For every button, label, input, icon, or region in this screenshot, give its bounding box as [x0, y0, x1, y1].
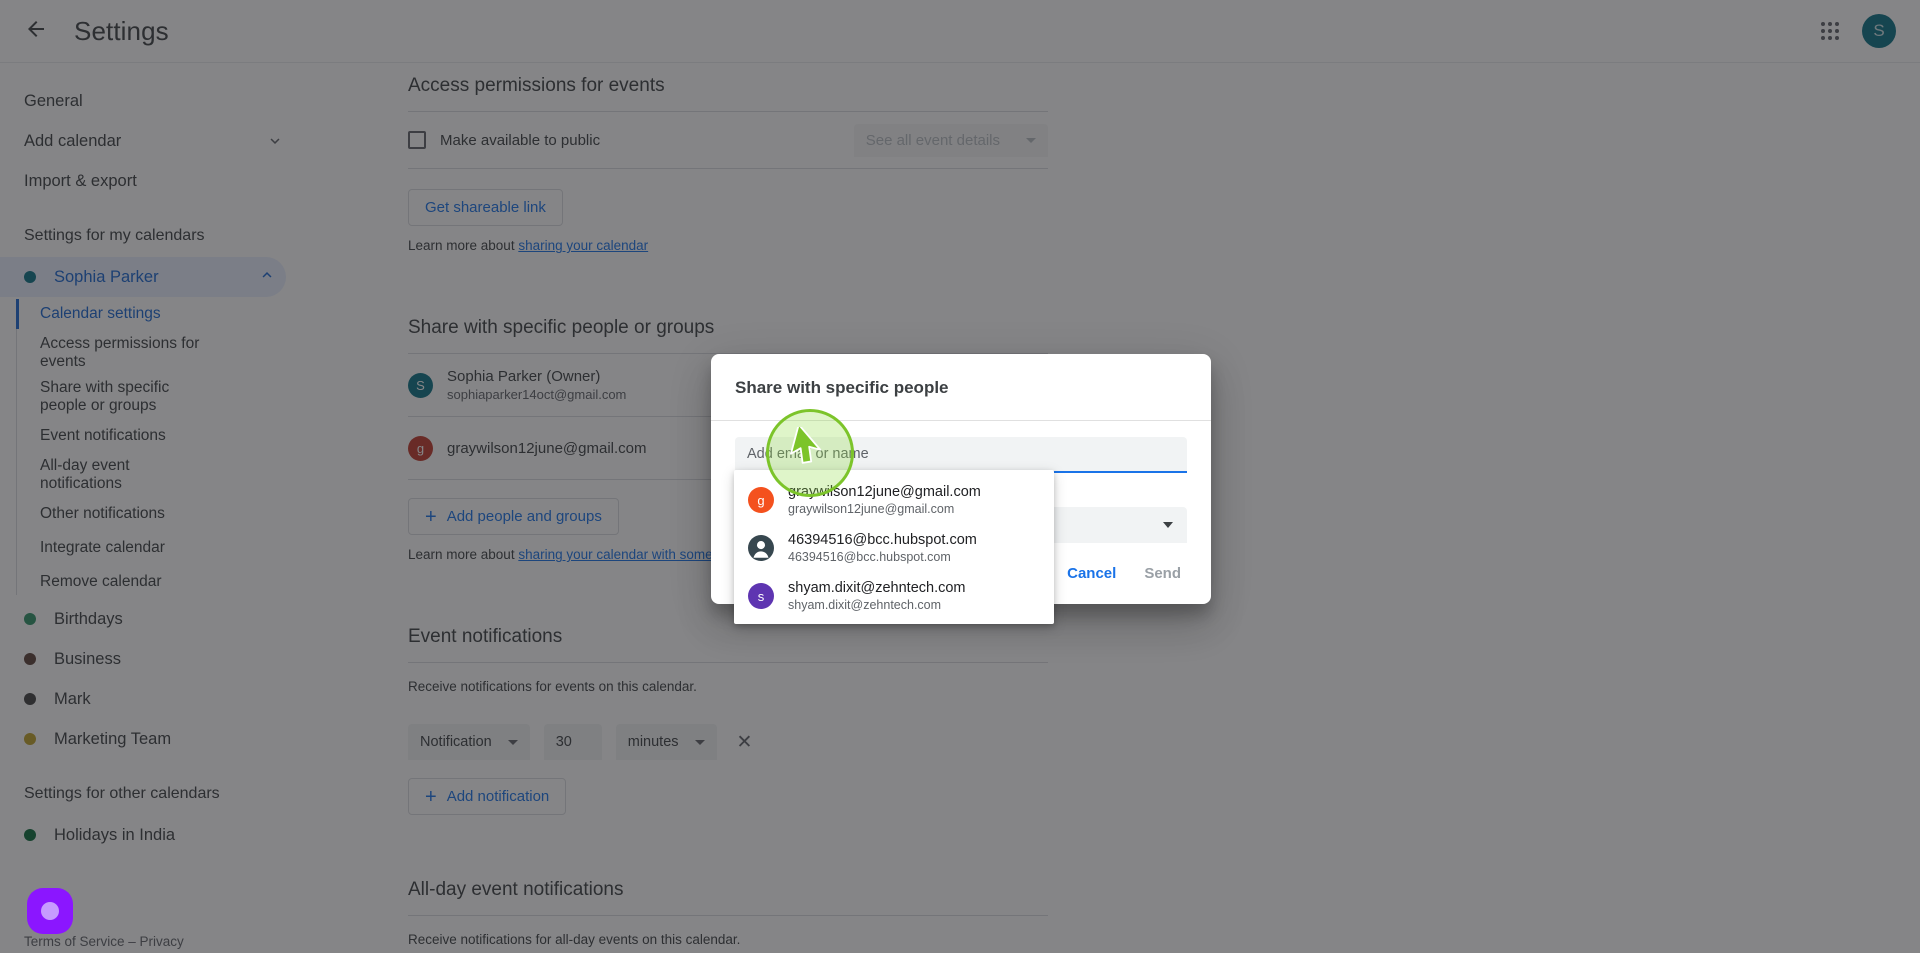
person-avatar-icon: [748, 535, 774, 561]
suggestion-name: shyam.dixit@zehntech.com: [788, 580, 966, 596]
recording-indicator[interactable]: [27, 888, 73, 934]
cancel-button[interactable]: Cancel: [1067, 565, 1116, 582]
recording-dot-icon: [41, 902, 59, 920]
suggestion-name: 46394516@bcc.hubspot.com: [788, 532, 977, 548]
chevron-down-icon: [1163, 522, 1173, 528]
autocomplete-suggestion[interactable]: s shyam.dixit@zehntech.com shyam.dixit@z…: [734, 572, 1054, 620]
avatar: s: [748, 583, 774, 609]
suggestion-email: shyam.dixit@zehntech.com: [788, 598, 942, 612]
email-autocomplete-dropdown: g graywilson12june@gmail.com graywilson1…: [734, 470, 1054, 624]
suggestion-email: 46394516@bcc.hubspot.com: [788, 550, 951, 564]
autocomplete-suggestion[interactable]: 46394516@bcc.hubspot.com 46394516@bcc.hu…: [734, 524, 1054, 572]
mouse-cursor-icon: [789, 423, 835, 478]
dialog-title: Share with specific people: [735, 378, 949, 397]
suggestion-email: graywilson12june@gmail.com: [788, 502, 955, 516]
send-button: Send: [1144, 565, 1181, 582]
avatar: g: [748, 487, 774, 513]
app-root: Settings S General Add calendar Import &…: [0, 0, 1920, 953]
